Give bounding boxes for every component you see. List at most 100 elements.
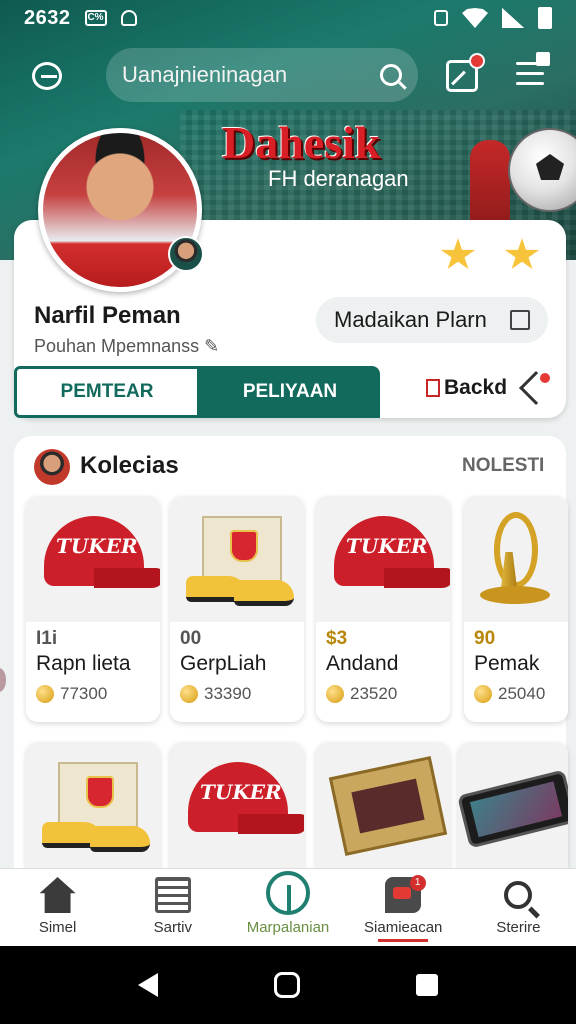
- back-icon[interactable]: [138, 973, 158, 997]
- signal-icon: [502, 8, 524, 28]
- product-price: 33390: [180, 684, 251, 704]
- status-time: 2632: [24, 6, 71, 29]
- product-card[interactable]: [316, 742, 450, 868]
- brand-title: Dahesik: [222, 117, 381, 168]
- coin-icon: [326, 685, 344, 703]
- search-bar[interactable]: Uanajnieninagan: [106, 48, 418, 102]
- coin-icon: [474, 685, 492, 703]
- menu-line: [516, 72, 544, 75]
- product-card[interactable]: TUKER $3 Andand 23520: [316, 496, 450, 722]
- product-card[interactable]: [26, 742, 160, 868]
- avatar-badge[interactable]: [168, 236, 204, 272]
- nav-label: Simel: [38, 919, 77, 936]
- profile-subtitle: Pouhan Mpemnanss ✎: [34, 336, 220, 356]
- coin-icon: [180, 685, 198, 703]
- red-cap-icon: TUKER: [44, 516, 160, 588]
- edge-handle[interactable]: [0, 668, 6, 692]
- product-image: TUKER: [316, 496, 450, 622]
- product-image: [464, 496, 568, 622]
- book-icon: [328, 756, 448, 856]
- nav-label: Siamieacan: [364, 919, 443, 936]
- product-image: TUKER: [170, 742, 304, 868]
- notification-dot-icon: [536, 52, 550, 66]
- menu-line: [516, 82, 544, 85]
- football-boots-icon: [42, 762, 150, 852]
- recent-apps-icon[interactable]: [416, 974, 438, 996]
- home-button-icon[interactable]: [274, 972, 300, 998]
- verified-icon: ✎: [204, 336, 220, 356]
- system-navigation: [0, 946, 576, 1024]
- back-label: Backd: [444, 376, 508, 399]
- product-card[interactable]: [458, 742, 568, 868]
- product-tag: I1i: [36, 628, 58, 649]
- football-boots-icon: [186, 516, 294, 606]
- fan-image: [470, 140, 510, 230]
- product-price: 23520: [326, 684, 397, 704]
- manage-plan-label: Madaikan Plarn: [334, 307, 487, 332]
- product-card[interactable]: 00 GerpLiah 33390: [170, 496, 304, 722]
- nav-item-market[interactable]: Marpalanian: [230, 869, 345, 946]
- notification-dot-icon: [538, 371, 552, 385]
- manage-plan-button[interactable]: Madaikan Plarn: [316, 297, 548, 343]
- edit-button[interactable]: [446, 53, 485, 92]
- product-title: Pemak: [474, 652, 540, 675]
- brand-subtitle: FH deranagan: [268, 166, 409, 191]
- product-title: Rapn lieta: [36, 652, 131, 675]
- red-cap-icon: TUKER: [188, 762, 304, 834]
- status-notification-icon: C%: [84, 10, 107, 26]
- product-image: TUKER: [26, 496, 160, 622]
- menu-button[interactable]: [516, 52, 550, 88]
- smartphone-icon: [458, 769, 568, 849]
- app-logo-icon[interactable]: [32, 62, 62, 90]
- back-link[interactable]: Backd: [426, 376, 507, 400]
- key-icon: [434, 10, 448, 26]
- product-image: [316, 742, 450, 868]
- product-tag: 00: [180, 628, 202, 649]
- coin-icon: [36, 685, 54, 703]
- nav-badge: 1: [409, 875, 426, 891]
- nav-item-home[interactable]: Simel: [0, 869, 115, 946]
- collection-title: Kolecias: [80, 452, 179, 479]
- product-tag: $3: [326, 628, 348, 649]
- battery-icon: [538, 7, 552, 29]
- market-icon: [266, 871, 310, 915]
- product-title: Andand: [326, 652, 399, 675]
- product-title: GerpLiah: [180, 652, 267, 675]
- product-image: [170, 496, 304, 622]
- list-icon: [154, 877, 191, 913]
- tab-peliyaan[interactable]: PELIYAAN: [200, 366, 380, 418]
- nav-item-search[interactable]: Sterire: [461, 869, 576, 946]
- notification-dot-icon: [469, 53, 485, 69]
- gold-horn-icon: [474, 512, 550, 608]
- nav-item-messages[interactable]: 1 Siamieacan: [346, 869, 461, 946]
- status-bar: 2632 C%: [0, 0, 576, 36]
- search-icon[interactable]: [380, 64, 402, 86]
- nav-label: Sterire: [496, 919, 541, 936]
- home-icon: [39, 877, 76, 913]
- red-cap-icon: TUKER: [334, 516, 450, 588]
- product-price: 25040: [474, 684, 545, 704]
- nav-label: Marpalanian: [246, 919, 330, 936]
- product-card[interactable]: 90 Pemak 25040: [464, 496, 568, 722]
- product-card[interactable]: TUKER: [170, 742, 304, 868]
- product-image: [458, 742, 568, 868]
- search-input[interactable]: Uanajnieninagan: [122, 62, 380, 88]
- product-card[interactable]: TUKER I1i Rapn lieta 77300: [26, 496, 160, 722]
- collection-avatar: [34, 449, 70, 485]
- nav-label: Sartiv: [153, 919, 192, 936]
- search-icon: [504, 881, 533, 909]
- profile-name: Narfil Peman: [34, 302, 181, 329]
- shield-icon: [120, 10, 137, 26]
- product-image: [26, 742, 160, 868]
- profile-tabs: PEMTEAR PELIYAAN: [14, 366, 380, 418]
- nav-underline: [377, 939, 428, 942]
- product-price: 77300: [36, 684, 107, 704]
- back-box-icon: [426, 379, 440, 397]
- bottom-navigation: Simel Sartiv Marpalanian 1 Siamieacan St…: [0, 868, 576, 946]
- comment-icon: [510, 310, 530, 330]
- tab-pemtear[interactable]: PEMTEAR: [14, 366, 200, 418]
- product-tag: 90: [474, 628, 496, 649]
- app-bar: Uanajnieninagan: [0, 48, 576, 104]
- nav-item-list[interactable]: Sartiv: [115, 869, 230, 946]
- collection-more-link[interactable]: NOLESTI: [462, 455, 544, 477]
